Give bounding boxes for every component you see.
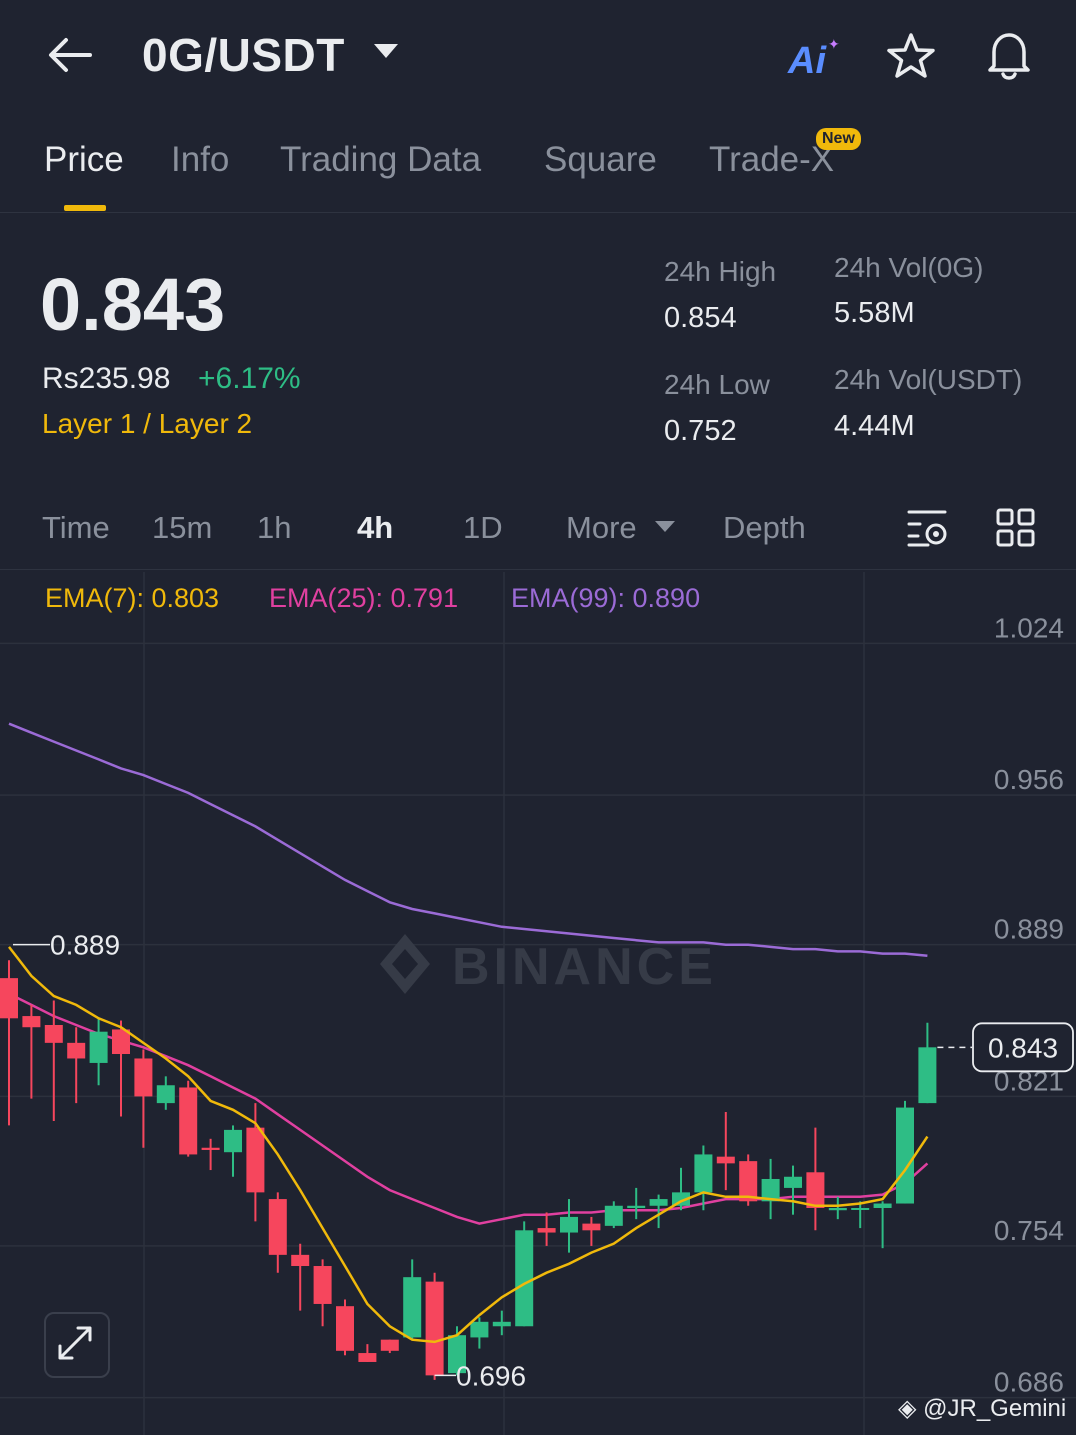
candle-body: [224, 1129, 242, 1153]
ema99-legend: EMA(99): 0.890: [511, 583, 701, 613]
vol-quote-label: 24h Vol(USDT): [834, 364, 1023, 395]
binance-square-logo-icon: ◈: [898, 1395, 917, 1422]
interval-time[interactable]: Time: [42, 510, 110, 546]
tab-square[interactable]: Square: [544, 140, 657, 180]
last-price: 0.843: [40, 263, 226, 346]
vol-quote-value: 4.44M: [834, 410, 915, 442]
active-tab-indicator: [64, 205, 106, 211]
interval-1d[interactable]: 1D: [463, 510, 503, 546]
candle-body: [873, 1203, 892, 1208]
more-caret-icon: [655, 521, 675, 532]
interval-more[interactable]: More: [566, 510, 637, 546]
interval-4h[interactable]: 4h: [357, 510, 393, 546]
candle-body: [358, 1353, 377, 1362]
tab-price[interactable]: Price: [44, 140, 124, 180]
candle-body: [560, 1216, 578, 1233]
tab-trading-data[interactable]: Trading Data: [280, 140, 481, 180]
candle-body: [582, 1223, 601, 1231]
layout-grid-icon[interactable]: [996, 508, 1036, 548]
candle-body: [403, 1277, 422, 1338]
candle-body: [537, 1228, 556, 1233]
candle-body: [0, 978, 18, 1019]
ema99-line: [8, 722, 928, 958]
y-tick-label: 0.889: [994, 914, 1064, 945]
candle-body: [739, 1161, 758, 1202]
tab-info[interactable]: Info: [171, 140, 229, 180]
candle-body: [291, 1254, 310, 1267]
tab-trade-x[interactable]: Trade-X: [709, 140, 834, 180]
binance-logo-icon: [380, 934, 430, 994]
pair-title[interactable]: 0G/USDT: [142, 28, 345, 82]
candlestick-chart[interactable]: 1.0240.9560.8890.8210.7540.686BINANCE0.8…: [0, 572, 1076, 1435]
back-arrow-icon[interactable]: [46, 36, 94, 74]
change-percent: +6.17%: [198, 362, 301, 395]
candle-body: [784, 1176, 802, 1188]
y-tick-label: 0.956: [994, 764, 1064, 795]
low-value: 0.752: [664, 415, 737, 447]
candle-body: [806, 1172, 825, 1208]
interval-depth[interactable]: Depth: [723, 510, 806, 546]
candle-body: [492, 1321, 511, 1327]
candle-body: [604, 1205, 623, 1226]
ai-assistant-icon[interactable]: Ai: [788, 40, 826, 83]
vol-base-value: 5.58M: [834, 297, 915, 329]
high-marker-label: 0.889: [50, 930, 120, 961]
candle-body: [716, 1156, 735, 1164]
candle-body: [470, 1321, 489, 1338]
ema7-line: [8, 946, 929, 1344]
tabs-divider: [0, 212, 1076, 213]
binance-watermark: BINANCE: [452, 938, 717, 996]
candle-body: [268, 1199, 287, 1255]
high-value: 0.854: [664, 302, 737, 334]
candle-body: [201, 1147, 220, 1150]
interval-divider: [0, 569, 1076, 570]
candle-body: [918, 1047, 937, 1104]
fullscreen-button[interactable]: [44, 1312, 110, 1378]
interval-1h[interactable]: 1h: [257, 510, 291, 546]
candle-body: [336, 1306, 354, 1351]
candle-body: [112, 1029, 130, 1055]
ai-sparkle-icon: ✦: [828, 36, 840, 52]
vol-base-label: 24h Vol(0G): [834, 252, 984, 283]
star-favorite-icon[interactable]: [886, 32, 936, 80]
candle-body: [851, 1207, 870, 1210]
candle-body: [515, 1230, 534, 1327]
candle-body: [67, 1042, 86, 1059]
candle-body: [380, 1339, 399, 1351]
y-tick-label: 1.024: [994, 612, 1064, 643]
candle-body: [134, 1058, 153, 1097]
y-tick-label: 0.754: [994, 1215, 1064, 1246]
candle-body: [896, 1107, 914, 1204]
candle-body: [246, 1127, 265, 1193]
sector-tag[interactable]: Layer 1 / Layer 2: [42, 408, 252, 440]
candle-body: [313, 1266, 332, 1304]
ema25-legend: EMA(25): 0.791: [269, 583, 459, 613]
candle-body: [649, 1199, 668, 1206]
candle-body: [156, 1085, 175, 1104]
candle-body: [828, 1207, 847, 1211]
pair-dropdown-caret-icon[interactable]: [374, 44, 398, 58]
new-badge: New: [816, 128, 861, 150]
credit-watermark: ◈ @JR_Gemini: [898, 1394, 1066, 1423]
ema25-line: [8, 992, 929, 1225]
candle-body: [425, 1281, 444, 1376]
candle-body: [22, 1016, 41, 1028]
fiat-price: Rs235.98: [42, 362, 171, 395]
chart-settings-icon[interactable]: [906, 508, 950, 548]
credit-text: @JR_Gemini: [923, 1395, 1067, 1422]
expand-arrows-icon: [58, 1326, 92, 1360]
candle-body: [89, 1031, 108, 1063]
candle-body: [627, 1205, 646, 1208]
interval-15m[interactable]: 15m: [152, 510, 212, 546]
candle-body: [694, 1154, 713, 1193]
candle-body: [179, 1087, 198, 1155]
low-label: 24h Low: [664, 369, 770, 400]
low-marker-label: 0.696: [456, 1360, 526, 1391]
ema7-legend: EMA(7): 0.803: [45, 583, 220, 613]
bell-alert-icon[interactable]: [984, 28, 1034, 80]
current-price-label: 0.843: [988, 1032, 1058, 1063]
high-label: 24h High: [664, 256, 777, 287]
candle-body: [44, 1025, 63, 1043]
